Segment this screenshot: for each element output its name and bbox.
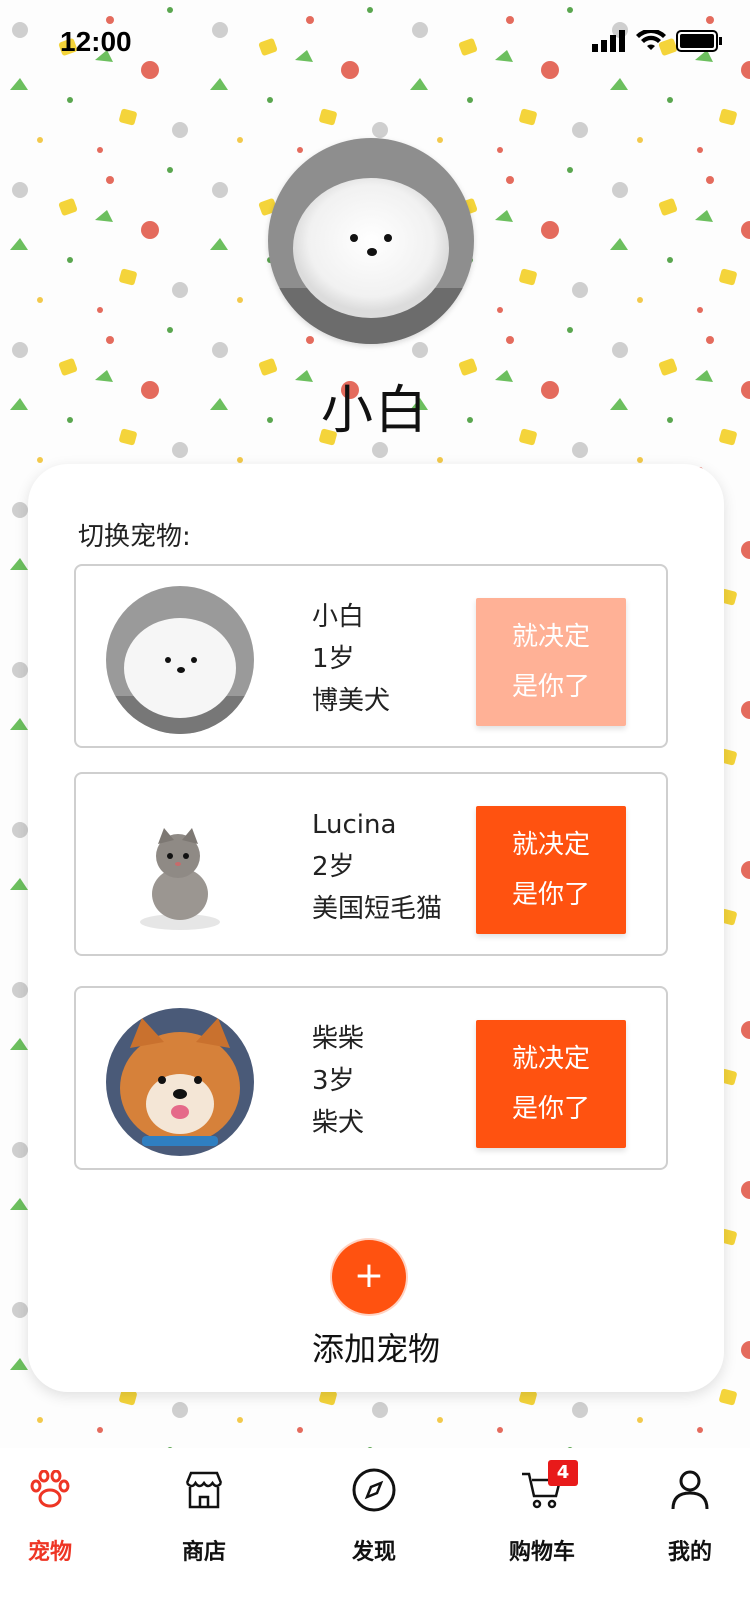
current-pet-name: 小白 <box>320 381 429 441</box>
store-icon <box>144 1462 264 1518</box>
pet-switch-card: 切换宠物: 小白 1岁 博美犬 就决定 是你了 Lucina 2岁 美国短毛猫 … <box>28 464 724 1392</box>
tab-label: 发现 <box>351 1540 396 1565</box>
pet-age: 3岁 <box>312 1066 355 1096</box>
choose-pet-button[interactable]: 就决定 是你了 <box>476 598 626 726</box>
choose-button-line2: 是你了 <box>511 672 590 702</box>
tab-discover[interactable]: 发现 <box>314 1462 434 1566</box>
tab-label: 我的 <box>667 1540 712 1565</box>
tab-label: 宠物 <box>27 1540 72 1565</box>
choose-button-line2: 是你了 <box>511 1094 590 1124</box>
switch-pet-label: 切换宠物: <box>78 522 191 552</box>
battery-icon <box>676 30 722 56</box>
pet-info: 柴柴 3岁 柴犬 <box>312 1018 364 1144</box>
pet-name: 小白 <box>312 602 365 632</box>
tab-cart[interactable]: 4 购物车 <box>482 1460 602 1566</box>
plus-icon: + <box>353 1255 385 1296</box>
tab-pets[interactable]: 宠物 <box>0 1462 110 1566</box>
pet-breed: 美国短毛猫 <box>312 894 443 924</box>
pet-row: 小白 1岁 博美犬 就决定 是你了 <box>74 564 668 748</box>
paw-icon <box>0 1462 110 1518</box>
user-icon <box>630 1462 750 1518</box>
choose-pet-button[interactable]: 就决定 是你了 <box>476 1020 626 1148</box>
choose-button-line1: 就决定 <box>511 622 590 652</box>
pet-breed: 博美犬 <box>312 686 391 716</box>
pet-info: Lucina 2岁 美国短毛猫 <box>312 804 442 930</box>
status-time: 12:00 <box>60 26 132 57</box>
pet-age: 1岁 <box>312 644 355 674</box>
add-pet-label[interactable]: 添加宠物 <box>28 1324 724 1370</box>
pet-info: 小白 1岁 博美犬 <box>312 596 390 722</box>
choose-button-line1: 就决定 <box>511 830 590 860</box>
compass-icon <box>314 1462 434 1518</box>
pet-row: 柴柴 3岁 柴犬 就决定 是你了 <box>74 986 668 1170</box>
tab-label: 购物车 <box>508 1540 575 1565</box>
tab-store[interactable]: 商店 <box>144 1462 264 1566</box>
wifi-icon <box>636 28 666 56</box>
choose-button-line1: 就决定 <box>511 1044 590 1074</box>
pet-photo <box>106 1008 254 1156</box>
pet-age: 2岁 <box>312 852 355 882</box>
status-icons <box>592 28 722 56</box>
signal-icon <box>592 30 626 56</box>
current-pet-avatar[interactable] <box>268 138 474 344</box>
pet-name: 柴柴 <box>312 1024 365 1054</box>
tab-bar: 宠物 商店 发现 4 购物车 我的 <box>0 1448 750 1624</box>
status-bar: 12:00 <box>0 0 750 90</box>
pet-photo <box>106 794 254 942</box>
pet-breed: 柴犬 <box>312 1108 365 1138</box>
tab-me[interactable]: 我的 <box>630 1462 750 1566</box>
pet-row: Lucina 2岁 美国短毛猫 就决定 是你了 <box>74 772 668 956</box>
add-pet-button[interactable]: + <box>332 1240 406 1314</box>
cart-icon <box>482 1462 602 1518</box>
pet-photo <box>106 586 254 734</box>
choose-pet-button[interactable]: 就决定 是你了 <box>476 806 626 934</box>
cart-count-badge: 4 <box>548 1460 578 1486</box>
pet-name: Lucina <box>312 810 397 840</box>
tab-label: 商店 <box>181 1540 226 1565</box>
choose-button-line2: 是你了 <box>511 880 590 910</box>
